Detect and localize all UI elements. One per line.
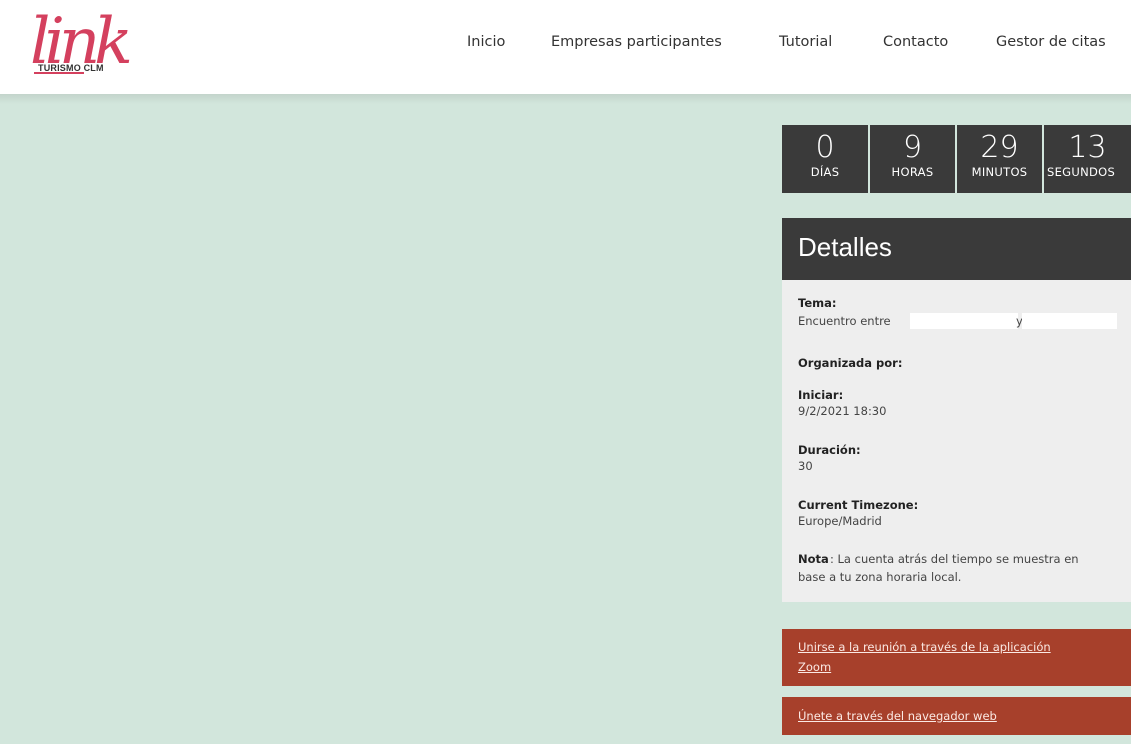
join-web-browser-button[interactable]: Únete a través del navegador web	[782, 697, 1131, 735]
countdown-minutes-label: MINUTOS	[971, 165, 1028, 179]
note-text-line1: : La cuenta atrás del tiempo se muestra …	[830, 552, 1079, 566]
topic-label: Tema:	[798, 296, 837, 310]
start-value: 9/2/2021 18:30	[798, 404, 887, 418]
nav-item-empresas[interactable]: Empresas participantes	[551, 34, 722, 50]
nav-item-gestor-citas[interactable]: Gestor de citas	[996, 34, 1106, 50]
countdown-hours-value: 9	[902, 130, 923, 165]
main-nav: Inicio Empresas participantes Tutorial C…	[0, 34, 1131, 58]
join-zoom-app-button[interactable]: Unirse a la reunión a través de la aplic…	[782, 629, 1131, 686]
timezone-value: Europe/Madrid	[798, 514, 882, 528]
countdown-seconds-label: SEGUNDOS	[1047, 165, 1116, 179]
site-header: link TURISMO CLM Inicio Empresas partici…	[0, 0, 1131, 94]
start-label: Iniciar:	[798, 388, 844, 402]
countdown-hours: 9 HORAS	[870, 125, 955, 193]
topic-prefix: Encuentro entre	[798, 314, 891, 328]
join-zoom-app-link-line2[interactable]: Zoom	[798, 657, 831, 677]
countdown-timer: 0 DÍAS 9 HORAS 29 MINUTOS 13 SEGUNDOS	[782, 125, 1131, 193]
join-zoom-app-link-line1[interactable]: Unirse a la reunión a través de la aplic…	[798, 637, 1051, 657]
nav-item-tutorial[interactable]: Tutorial	[779, 34, 832, 50]
details-title: Detalles	[798, 232, 892, 262]
countdown-seconds: 13 SEGUNDOS	[1044, 125, 1131, 193]
details-panel: Tema: Encuentro entre y Organizada por: …	[782, 280, 1131, 602]
countdown-days: 0 DÍAS	[782, 125, 868, 193]
countdown-hours-label: HORAS	[891, 165, 934, 179]
nav-item-inicio[interactable]: Inicio	[467, 34, 505, 50]
redacted-company-2	[1022, 313, 1117, 329]
duration-value: 30	[798, 459, 813, 473]
organizer-label: Organizada por:	[798, 356, 903, 370]
logo-subtitle: TURISMO CLM	[38, 63, 104, 73]
countdown-minutes-value: 29	[980, 130, 1019, 165]
timezone-label: Current Timezone:	[798, 498, 919, 512]
note-text-line2: base a tu zona horaria local.	[798, 570, 962, 584]
details-header: Detalles	[782, 218, 1131, 280]
duration-label: Duración:	[798, 443, 861, 457]
nav-item-contacto[interactable]: Contacto	[883, 34, 948, 50]
note-label: Nota	[798, 552, 829, 566]
details-content: Tema: Encuentro entre y Organizada por: …	[798, 280, 1123, 602]
countdown-days-label: DÍAS	[810, 165, 840, 179]
countdown-days-value: 0	[815, 130, 835, 165]
redacted-company-1	[910, 313, 1018, 329]
join-web-browser-link[interactable]: Únete a través del navegador web	[798, 706, 997, 726]
countdown-minutes: 29 MINUTOS	[957, 125, 1042, 193]
countdown-seconds-value: 13	[1068, 130, 1107, 165]
header-shadow	[0, 94, 1131, 104]
